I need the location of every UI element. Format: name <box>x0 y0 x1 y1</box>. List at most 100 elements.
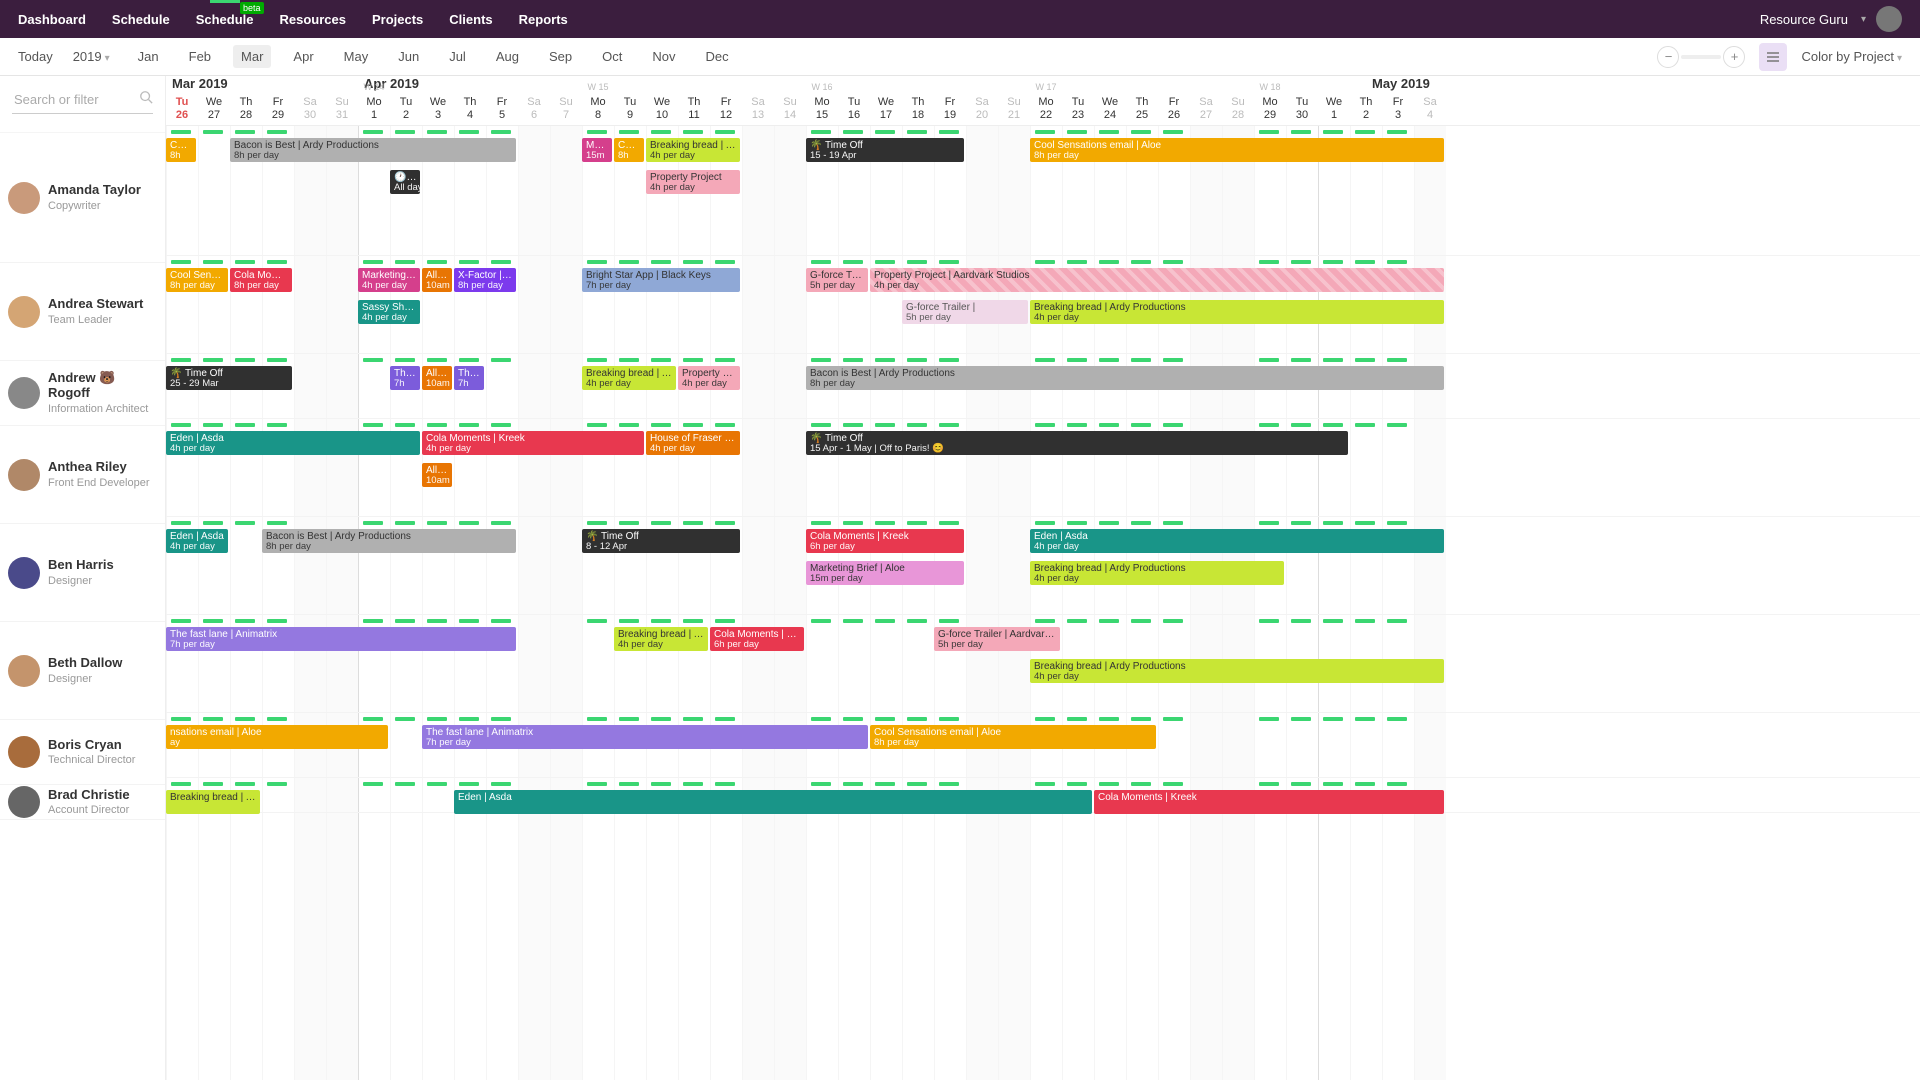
day-column[interactable]: We27 <box>198 96 230 122</box>
user-avatar[interactable] <box>1876 6 1902 32</box>
day-column[interactable]: Su21 <box>998 96 1030 122</box>
day-column[interactable]: Sa20 <box>966 96 998 122</box>
resource-item[interactable]: Beth DallowDesigner <box>0 622 165 720</box>
day-column[interactable]: Sa13 <box>742 96 774 122</box>
brand-label[interactable]: Resource Guru <box>1760 12 1848 27</box>
timeline-row[interactable]: The fast lane | Animatrix7h per day Break… <box>166 615 1920 713</box>
day-column[interactable]: Th25 <box>1126 96 1158 122</box>
booking[interactable]: Marketing Brief | Aloe15m per day <box>806 561 964 585</box>
booking[interactable]: Bacon is Best | Ardy Productions8h per d… <box>262 529 516 553</box>
booking[interactable]: Cola Moments | Kreek <box>1094 790 1444 814</box>
nav-item-dashboard[interactable]: Dashboard <box>18 12 86 27</box>
timeline-row[interactable]: 🌴 Time Off25 - 29 MarThe fas7hAll The10a… <box>166 354 1920 419</box>
zoom-track[interactable] <box>1681 55 1721 59</box>
booking[interactable]: Cola Moments |8h per day <box>230 268 292 292</box>
day-column[interactable]: Fr26 <box>1158 96 1190 122</box>
booking[interactable]: Bright Star App | Black Keys7h per day <box>582 268 740 292</box>
month-sep[interactable]: Sep <box>541 45 580 68</box>
day-column[interactable]: Tu23 <box>1062 96 1094 122</box>
day-column[interactable]: Fr19 <box>934 96 966 122</box>
nav-item-reports[interactable]: Reports <box>519 12 568 27</box>
day-column[interactable]: Su14 <box>774 96 806 122</box>
booking[interactable]: Cola Moments | Kreek4h per day <box>422 431 644 455</box>
day-column[interactable]: Su7 <box>550 96 582 122</box>
month-nov[interactable]: Nov <box>644 45 683 68</box>
day-column[interactable]: Sa6 <box>518 96 550 122</box>
booking[interactable]: Eden | Asda <box>454 790 1092 814</box>
booking[interactable]: 🕐 TimeAll day <box>390 170 420 194</box>
nav-item-schedule[interactable]: Schedule <box>112 12 170 27</box>
booking[interactable]: The fast lane | Animatrix7h per day <box>422 725 868 749</box>
list-view-icon[interactable] <box>1759 43 1787 71</box>
today-button[interactable]: Today <box>18 49 53 64</box>
day-column[interactable]: Tu9 <box>614 96 646 122</box>
month-jan[interactable]: Jan <box>130 45 167 68</box>
booking[interactable]: Breaking bread | Ardy Pr4h per day <box>614 627 708 651</box>
booking[interactable]: Breaking bread | Ardy P <box>166 790 260 814</box>
month-oct[interactable]: Oct <box>594 45 630 68</box>
day-column[interactable]: Tu26 <box>166 96 198 122</box>
day-column[interactable]: Mo15 <box>806 96 838 122</box>
day-column[interactable]: Fr29 <box>262 96 294 122</box>
day-column[interactable]: Fr12 <box>710 96 742 122</box>
day-column[interactable]: Th18 <box>902 96 934 122</box>
day-column[interactable]: Th28 <box>230 96 262 122</box>
nav-item-clients[interactable]: Clients <box>449 12 492 27</box>
booking[interactable]: Breaking bread | Ardy Pr4h per day <box>582 366 676 390</box>
booking[interactable]: House of Fraser (Croydon4h per day <box>646 431 740 455</box>
timeline-row[interactable]: Eden | Asda4h per dayBacon is Best | Ard… <box>166 517 1920 615</box>
resource-item[interactable]: Amanda TaylorCopywriter <box>0 133 165 263</box>
booking[interactable]: 🌴 Time Off25 - 29 Mar <box>166 366 292 390</box>
month-jul[interactable]: Jul <box>441 45 474 68</box>
day-column[interactable]: Mo1 <box>358 96 390 122</box>
day-column[interactable]: Tu2 <box>390 96 422 122</box>
booking[interactable]: X-Factor | Asda8h per day <box>454 268 516 292</box>
booking[interactable]: The fas7h <box>390 366 420 390</box>
month-dec[interactable]: Dec <box>697 45 736 68</box>
year-selector[interactable]: 2019▾ <box>73 49 110 64</box>
day-column[interactable]: Th11 <box>678 96 710 122</box>
day-column[interactable]: Tu30 <box>1286 96 1318 122</box>
booking[interactable]: All The10am - <box>422 268 452 292</box>
booking[interactable]: Cool Sensations email | Aloe8h per day <box>870 725 1156 749</box>
booking[interactable]: Cool Se8h <box>166 138 196 162</box>
day-column[interactable]: We3 <box>422 96 454 122</box>
resource-item[interactable]: Andrew 🐻 RogoffInformation Architect <box>0 361 165 426</box>
booking[interactable]: Cola Moments | Kreek6h per day <box>806 529 964 553</box>
booking[interactable]: The fas7h <box>454 366 484 390</box>
timeline-row[interactable]: nsations email | Aloeay The fast lane | A… <box>166 713 1920 778</box>
booking[interactable]: Breaking bread | Ardy Productions4h per … <box>1030 659 1444 683</box>
booking[interactable]: The fast lane | Animatrix7h per day <box>166 627 516 651</box>
nav-item-resources[interactable]: Resources <box>280 12 346 27</box>
booking[interactable]: G-force Trailer |5h per day <box>902 300 1028 324</box>
booking[interactable]: 🌴 Time Off8 - 12 Apr <box>582 529 740 553</box>
booking[interactable]: G-force Trailer |5h per day <box>806 268 868 292</box>
day-column[interactable]: Th4 <box>454 96 486 122</box>
nav-item-schedule[interactable]: Schedule <box>196 12 254 27</box>
resource-item[interactable]: Andrea StewartTeam Leader <box>0 263 165 361</box>
day-column[interactable]: Sa27 <box>1190 96 1222 122</box>
booking[interactable]: Property Project4h per day <box>678 366 740 390</box>
day-column[interactable]: Mo22 <box>1030 96 1062 122</box>
day-column[interactable]: We1 <box>1318 96 1350 122</box>
day-column[interactable]: Su31 <box>326 96 358 122</box>
day-column[interactable]: Su28 <box>1222 96 1254 122</box>
day-column[interactable]: Tu16 <box>838 96 870 122</box>
month-may[interactable]: May <box>336 45 377 68</box>
booking[interactable]: Cool Se8h <box>614 138 644 162</box>
booking[interactable]: Breaking bread | Ardy Productions4h per … <box>1030 300 1444 324</box>
timeline-row[interactable]: Cool Sensations8h per dayCola Moments |8… <box>166 256 1920 354</box>
zoom-in-button[interactable]: + <box>1723 46 1745 68</box>
month-feb[interactable]: Feb <box>181 45 219 68</box>
day-column[interactable]: We10 <box>646 96 678 122</box>
nav-item-projects[interactable]: Projects <box>372 12 423 27</box>
day-column[interactable]: Fr3 <box>1382 96 1414 122</box>
resource-item[interactable]: Ben HarrisDesigner <box>0 524 165 622</box>
booking[interactable]: Eden | Asda4h per day <box>166 431 420 455</box>
timeline-row[interactable]: Cool Se8hBacon is Best | Ardy Production… <box>166 126 1920 256</box>
booking[interactable]: 🌴 Time Off15 Apr - 1 May | Off to Paris!… <box>806 431 1348 455</box>
booking[interactable]: G-force Trailer | Aardvark Studios5h per… <box>934 627 1060 651</box>
booking[interactable]: nsations email | Aloeay <box>166 725 388 749</box>
day-column[interactable]: We24 <box>1094 96 1126 122</box>
timeline-row[interactable]: Eden | Asda4h per dayCola Moments | Kree… <box>166 419 1920 517</box>
